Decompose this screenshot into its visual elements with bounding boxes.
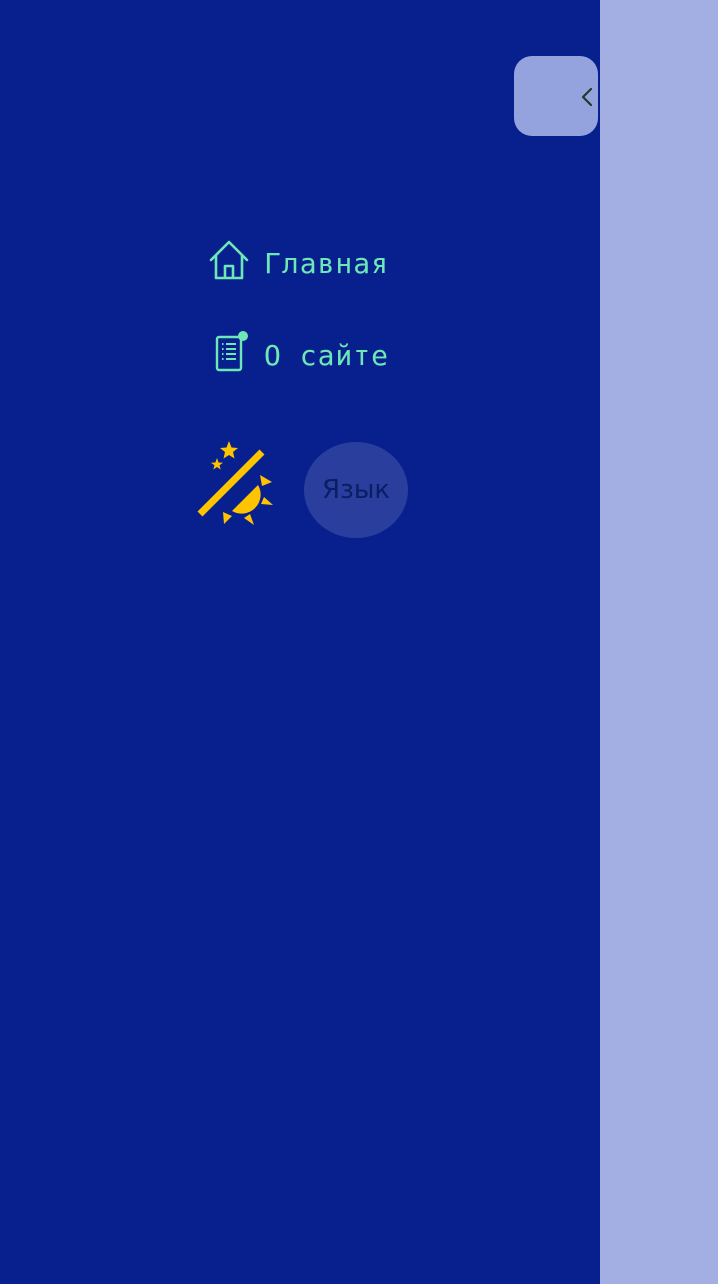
drawer-backdrop[interactable] [600, 0, 718, 1284]
language-button[interactable]: Язык [304, 442, 408, 538]
nav-item-about[interactable]: О сайте [214, 330, 390, 380]
nav-item-about-label: О сайте [264, 338, 390, 372]
theme-toggle-button[interactable] [188, 440, 276, 528]
nav-item-home-label: Главная [264, 246, 390, 280]
close-drawer-button[interactable] [514, 56, 598, 136]
side-drawer: Главная О сайте Язык [0, 0, 600, 1284]
home-icon [208, 239, 250, 288]
document-icon [214, 330, 248, 380]
chevron-left-icon [581, 87, 593, 107]
nav-item-home[interactable]: Главная [208, 240, 389, 286]
moon-sun-icon [190, 441, 273, 525]
